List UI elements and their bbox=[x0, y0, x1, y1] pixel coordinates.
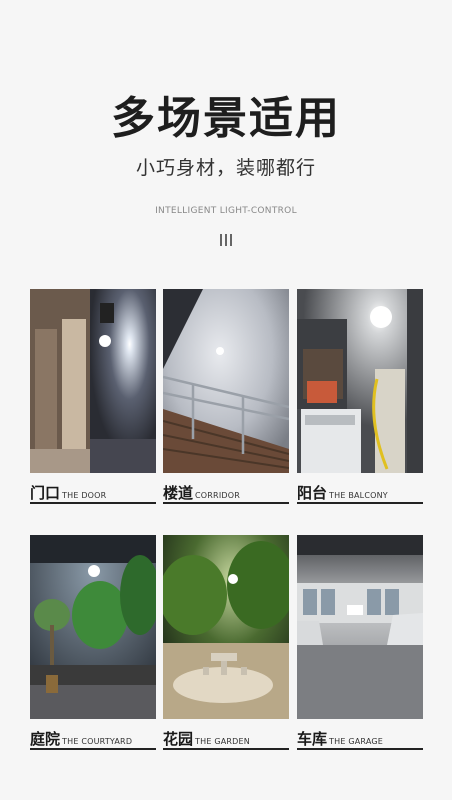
scene-photo-courtyard bbox=[30, 535, 156, 719]
scene-name-en: CORRIDOR bbox=[195, 491, 240, 500]
scene-name-en: THE GARAGE bbox=[329, 737, 384, 746]
divider bbox=[163, 502, 289, 504]
scene-name-cn: 车库 bbox=[297, 730, 328, 748]
divider bbox=[30, 748, 156, 750]
scene-name-en: THE COURTYARD bbox=[62, 737, 133, 746]
scene-name-cn: 花园 bbox=[163, 730, 194, 748]
scene-name-cn: 阳台 bbox=[297, 484, 328, 502]
decorative-bars-icon bbox=[218, 234, 234, 246]
page-subtitle: 小巧身材，装哪都行 bbox=[135, 157, 316, 179]
scene-name-cn: 门口 bbox=[30, 484, 61, 502]
scene-name-en: THE BALCONY bbox=[329, 491, 388, 500]
scene-name-en: THE DOOR bbox=[62, 491, 107, 500]
divider bbox=[297, 748, 423, 750]
page-title: 多场景适用 bbox=[111, 93, 341, 144]
divider bbox=[30, 502, 156, 504]
divider bbox=[297, 502, 423, 504]
scene-photo-corridor bbox=[163, 289, 289, 473]
scene-photo-door bbox=[30, 289, 156, 473]
divider bbox=[163, 748, 289, 750]
scene-name-en: THE GARDEN bbox=[195, 737, 250, 746]
tagline: INTELLIGENT LIGHT-CONTROL bbox=[155, 206, 297, 216]
scene-name-cn: 楼道 bbox=[163, 484, 194, 502]
scene-photo-garage bbox=[297, 535, 423, 719]
scene-name-cn: 庭院 bbox=[30, 730, 61, 748]
scene-photo-garden bbox=[163, 535, 289, 719]
scene-photo-balcony bbox=[297, 289, 423, 473]
